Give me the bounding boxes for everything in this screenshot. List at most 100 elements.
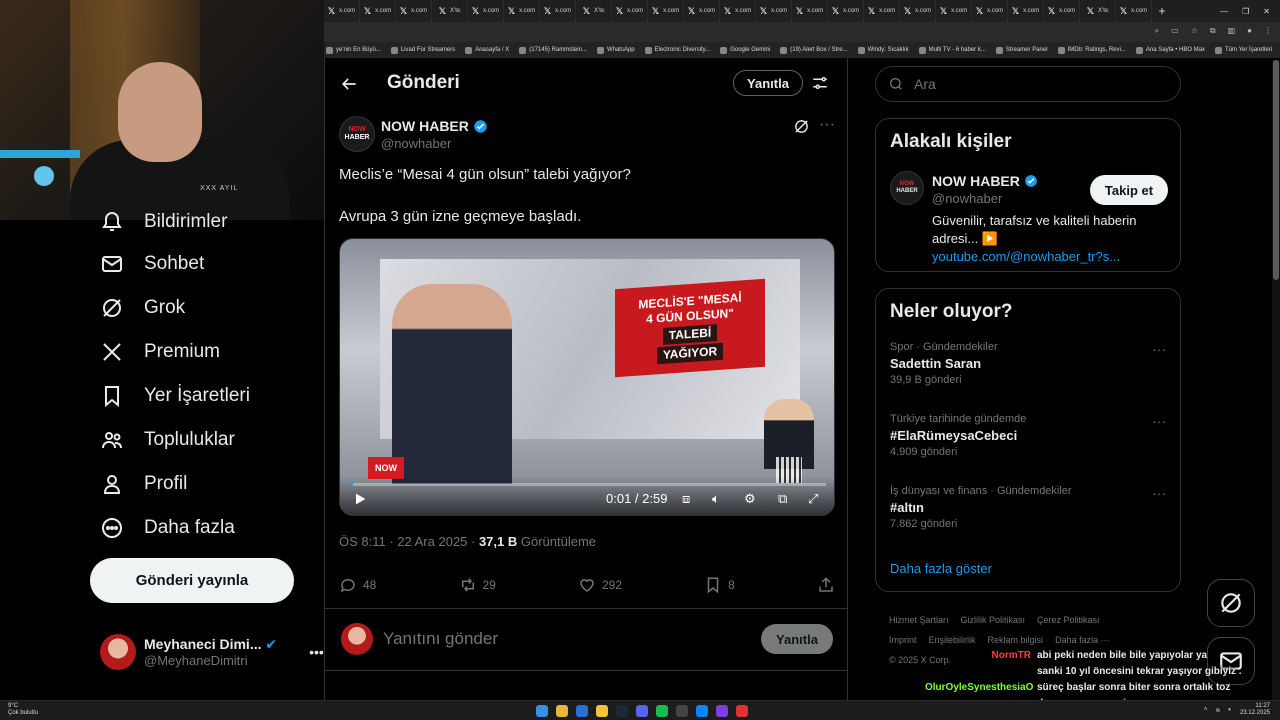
account-more-icon[interactable]: ••• bbox=[309, 644, 324, 660]
like-action[interactable]: 292 bbox=[578, 576, 622, 594]
bookmark-item[interactable]: Google Gemini bbox=[720, 46, 770, 54]
bookmark-item[interactable]: Tüm Yer İşaretleri bbox=[1215, 46, 1272, 54]
browser-tab[interactable]: 𝕏x.com bbox=[756, 0, 792, 22]
nav-more[interactable]: Daha fazla bbox=[100, 516, 235, 540]
browser-tab[interactable]: 𝕏x.com bbox=[1116, 0, 1152, 22]
star-icon[interactable]: ☆ bbox=[1191, 26, 1198, 36]
bio-link[interactable]: youtube.com/@nowhaber_tr?s... bbox=[932, 249, 1120, 264]
bookmark-item[interactable]: Multi TV - 6 haber k... bbox=[918, 46, 986, 54]
discord-icon[interactable] bbox=[636, 705, 648, 717]
app-icon[interactable] bbox=[696, 705, 708, 717]
post-button[interactable]: Gönderi yayınla bbox=[90, 558, 294, 603]
footer-link[interactable]: Imprint bbox=[889, 635, 917, 645]
video-player[interactable]: MECLİS'E "MESAİ 4 GÜN OLSUN" TALEBİ YAĞI… bbox=[339, 238, 835, 516]
bookmark-item[interactable]: IMDb: Ratings, Revi... bbox=[1057, 46, 1126, 54]
trend-item[interactable]: İş dünyası ve finans · Gündemdekiler #al… bbox=[890, 485, 1166, 530]
new-tab-button[interactable]: + bbox=[1152, 4, 1172, 18]
browser-tab[interactable]: 𝕏 X'te bbox=[576, 0, 612, 22]
folder-icon[interactable] bbox=[596, 705, 608, 717]
chevron-up-icon[interactable]: ˄ bbox=[1204, 707, 1208, 713]
browser-tab[interactable]: 𝕏x.com bbox=[468, 0, 504, 22]
share-action[interactable] bbox=[817, 576, 835, 594]
bookmark-item[interactable]: WhatsApp bbox=[596, 46, 635, 54]
reply-submit-button[interactable]: Yanıtla bbox=[761, 624, 833, 654]
weather-widget[interactable]: 9°C Çok bulutlu bbox=[8, 703, 38, 717]
bookmark-action[interactable]: 8 bbox=[704, 576, 735, 594]
browser-tab[interactable]: 𝕏x.com bbox=[504, 0, 540, 22]
nav-bookmarks[interactable]: Yer İşaretleri bbox=[100, 384, 250, 408]
author-name[interactable]: NOW HABER bbox=[381, 118, 488, 134]
zoom-icon[interactable]: ⌕ bbox=[1155, 26, 1159, 36]
nav-communities[interactable]: Topluluklar bbox=[100, 428, 235, 452]
nav-chat[interactable]: Sohbet bbox=[100, 252, 204, 276]
volume-icon[interactable]: 🔈︎ bbox=[1228, 707, 1232, 714]
browser-tab[interactable]: 𝕏x.com bbox=[396, 0, 432, 22]
clock[interactable]: 11:27 23.12.2025 bbox=[1240, 703, 1270, 717]
sliders-icon[interactable] bbox=[811, 74, 829, 92]
browser-tab[interactable]: 𝕏x.com bbox=[612, 0, 648, 22]
cast-icon[interactable]: ▭ bbox=[1171, 26, 1179, 36]
close-window-button[interactable]: ✕ bbox=[1263, 7, 1270, 16]
author-avatar[interactable]: NOW HABER bbox=[339, 116, 375, 152]
related-handle[interactable]: @nowhaber bbox=[932, 191, 1002, 206]
app-icon[interactable] bbox=[676, 705, 688, 717]
related-name[interactable]: NOW HABER bbox=[932, 173, 1038, 189]
browser-tab[interactable]: 𝕏x.com bbox=[1044, 0, 1080, 22]
profile-icon[interactable]: ● bbox=[1247, 26, 1252, 36]
footer-link[interactable]: Reklam bilgisi bbox=[988, 635, 1044, 645]
more-options-icon[interactable]: ··· bbox=[1152, 485, 1166, 501]
video-progress-bar[interactable] bbox=[350, 483, 826, 486]
bookmark-item[interactable]: Electronic Diversity... bbox=[644, 46, 710, 54]
browser-tab[interactable]: 𝕏x.com bbox=[864, 0, 900, 22]
repost-action[interactable]: 29 bbox=[459, 576, 496, 594]
footer-link[interactable]: Gizlilik Politikası bbox=[961, 615, 1026, 625]
related-avatar[interactable]: NOW HABER bbox=[890, 171, 924, 205]
nav-profile[interactable]: Profil bbox=[100, 472, 187, 496]
maximize-button[interactable]: ❐ bbox=[1242, 7, 1249, 16]
browser-tab[interactable]: 𝕏x.com bbox=[540, 0, 576, 22]
sidebar-icon[interactable]: ▥ bbox=[1228, 26, 1236, 36]
author-handle[interactable]: @nowhaber bbox=[381, 136, 451, 151]
address-bar[interactable]: ⌕ ▭ ☆ ⧉ ▥ ● ⋮ bbox=[324, 22, 1280, 42]
steam-icon[interactable] bbox=[616, 705, 628, 717]
grok-icon[interactable] bbox=[793, 118, 810, 135]
nav-grok[interactable]: Grok bbox=[100, 296, 185, 320]
bookmark-item[interactable]: (17145) Rammstein... bbox=[519, 46, 587, 54]
play-icon[interactable] bbox=[352, 491, 368, 507]
browser-tab[interactable]: 𝕏 X'te bbox=[432, 0, 468, 22]
edge-icon[interactable] bbox=[576, 705, 588, 717]
browser-tab[interactable]: 𝕏x.com bbox=[792, 0, 828, 22]
trend-item[interactable]: Türkiye tarihinde gündemde #ElaRümeysaCe… bbox=[890, 413, 1166, 458]
bookmark-item[interactable]: Ana Sayfa • HBO Max bbox=[1135, 46, 1205, 54]
grok-floating-button[interactable] bbox=[1207, 579, 1255, 627]
captions-icon[interactable]: ⧈ bbox=[682, 491, 690, 507]
reply-action[interactable]: 48 bbox=[339, 576, 376, 594]
app-icon[interactable] bbox=[716, 705, 728, 717]
browser-tab[interactable]: 𝕏x.com bbox=[684, 0, 720, 22]
menu-icon[interactable]: ⋮ bbox=[1264, 26, 1272, 36]
show-more-link[interactable]: Daha fazla göster bbox=[890, 561, 992, 576]
browser-tab[interactable]: 𝕏x.com bbox=[1008, 0, 1044, 22]
fullscreen-icon[interactable]: ⤢ bbox=[808, 491, 818, 507]
app-icon[interactable] bbox=[736, 705, 748, 717]
browser-tab[interactable]: 𝕏x.com bbox=[720, 0, 756, 22]
footer-link[interactable]: Hizmet Şartları bbox=[889, 615, 949, 625]
more-options-icon[interactable]: ··· bbox=[1152, 413, 1166, 429]
browser-tab[interactable]: 𝕏x.com bbox=[648, 0, 684, 22]
bookmark-item[interactable]: ye'nin En Büyü... bbox=[326, 46, 381, 54]
browser-tab[interactable]: 𝕏x.com bbox=[360, 0, 396, 22]
bookmark-item[interactable]: Windy: Sıcaklık bbox=[857, 46, 909, 54]
back-arrow-icon[interactable] bbox=[339, 74, 359, 94]
start-icon[interactable] bbox=[536, 705, 548, 717]
browser-tab[interactable]: 𝕏x.com bbox=[828, 0, 864, 22]
browser-tab[interactable]: 𝕏x.com bbox=[972, 0, 1008, 22]
account-switcher[interactable]: Meyhaneci Dimi... ✔ @MeyhaneDimitri ••• bbox=[100, 634, 324, 670]
extensions-icon[interactable]: ⧉ bbox=[1210, 26, 1216, 36]
footer-link[interactable]: Çerez Politikası bbox=[1037, 615, 1100, 625]
scrollbar-thumb[interactable] bbox=[1273, 60, 1279, 280]
nav-premium[interactable]: Premium bbox=[100, 340, 220, 364]
follow-button[interactable]: Takip et bbox=[1090, 175, 1168, 205]
browser-tab[interactable]: 𝕏 X'te bbox=[1080, 0, 1116, 22]
settings-gear-icon[interactable]: ⚙ bbox=[744, 491, 756, 507]
bookmark-item[interactable]: Anasayfa / X bbox=[465, 46, 509, 54]
